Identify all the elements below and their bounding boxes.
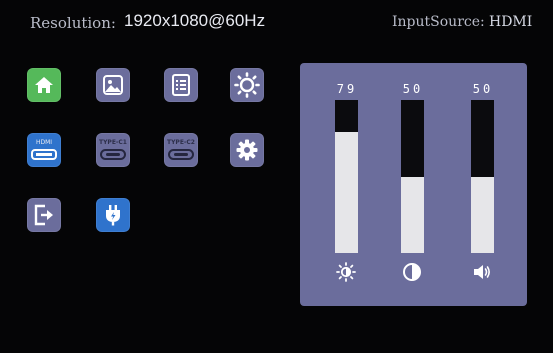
brightness-icon (336, 262, 356, 282)
menu-exit-button[interactable] (27, 198, 61, 232)
type-c-port-icon (100, 149, 126, 160)
resolution-value: 1920x1080@60Hz (124, 11, 266, 30)
type-c-port-icon (168, 149, 194, 160)
input-source-value: HDMI (489, 14, 533, 30)
contrast-value: 50 (402, 82, 424, 96)
hdmi-port-icon (31, 149, 57, 160)
gear-icon (236, 139, 258, 161)
menu-picture-button[interactable] (96, 68, 130, 102)
input-source-label: InputSource: (392, 14, 485, 30)
contrast-icon (403, 263, 421, 281)
adjustment-panel: 79 50 50 (300, 63, 527, 306)
volume-slider[interactable]: 50 (463, 63, 503, 306)
type-c1-port-label: TYPE-C1 (98, 139, 127, 146)
brightness-value: 79 (336, 82, 358, 96)
type-c2-port-label: TYPE-C2 (166, 139, 195, 146)
volume-value: 50 (472, 82, 494, 96)
menu-type-c1-input-button[interactable]: TYPE-C1 (96, 133, 130, 167)
volume-level-fill (471, 176, 494, 253)
exit-icon (34, 204, 53, 226)
resolution-label: Resolution: (30, 14, 116, 32)
menu-hdmi-input-button[interactable]: HDMI (27, 133, 61, 167)
brightness-icon (234, 72, 260, 98)
hdmi-port-label: HDMI (35, 139, 53, 146)
menu-brightness-button[interactable] (230, 68, 264, 102)
contrast-level-fill (401, 176, 424, 253)
document-icon (172, 74, 190, 96)
menu-home-button[interactable] (27, 68, 61, 102)
contrast-track[interactable] (401, 100, 424, 253)
menu-type-c2-input-button[interactable]: TYPE-C2 (164, 133, 198, 167)
brightness-level-fill (335, 132, 358, 253)
volume-track[interactable] (471, 100, 494, 253)
contrast-slider[interactable]: 50 (393, 63, 433, 306)
volume-icon (474, 265, 490, 279)
menu-power-button[interactable] (96, 198, 130, 232)
status-bar: Resolution: 1920x1080@60Hz InputSource: … (0, 0, 553, 44)
brightness-slider[interactable]: 79 (327, 63, 367, 306)
power-plug-icon (106, 205, 120, 226)
image-icon (103, 75, 123, 95)
home-icon (35, 77, 53, 93)
brightness-track[interactable] (335, 100, 358, 253)
menu-settings-button[interactable] (230, 133, 264, 167)
menu-info-button[interactable] (164, 68, 198, 102)
